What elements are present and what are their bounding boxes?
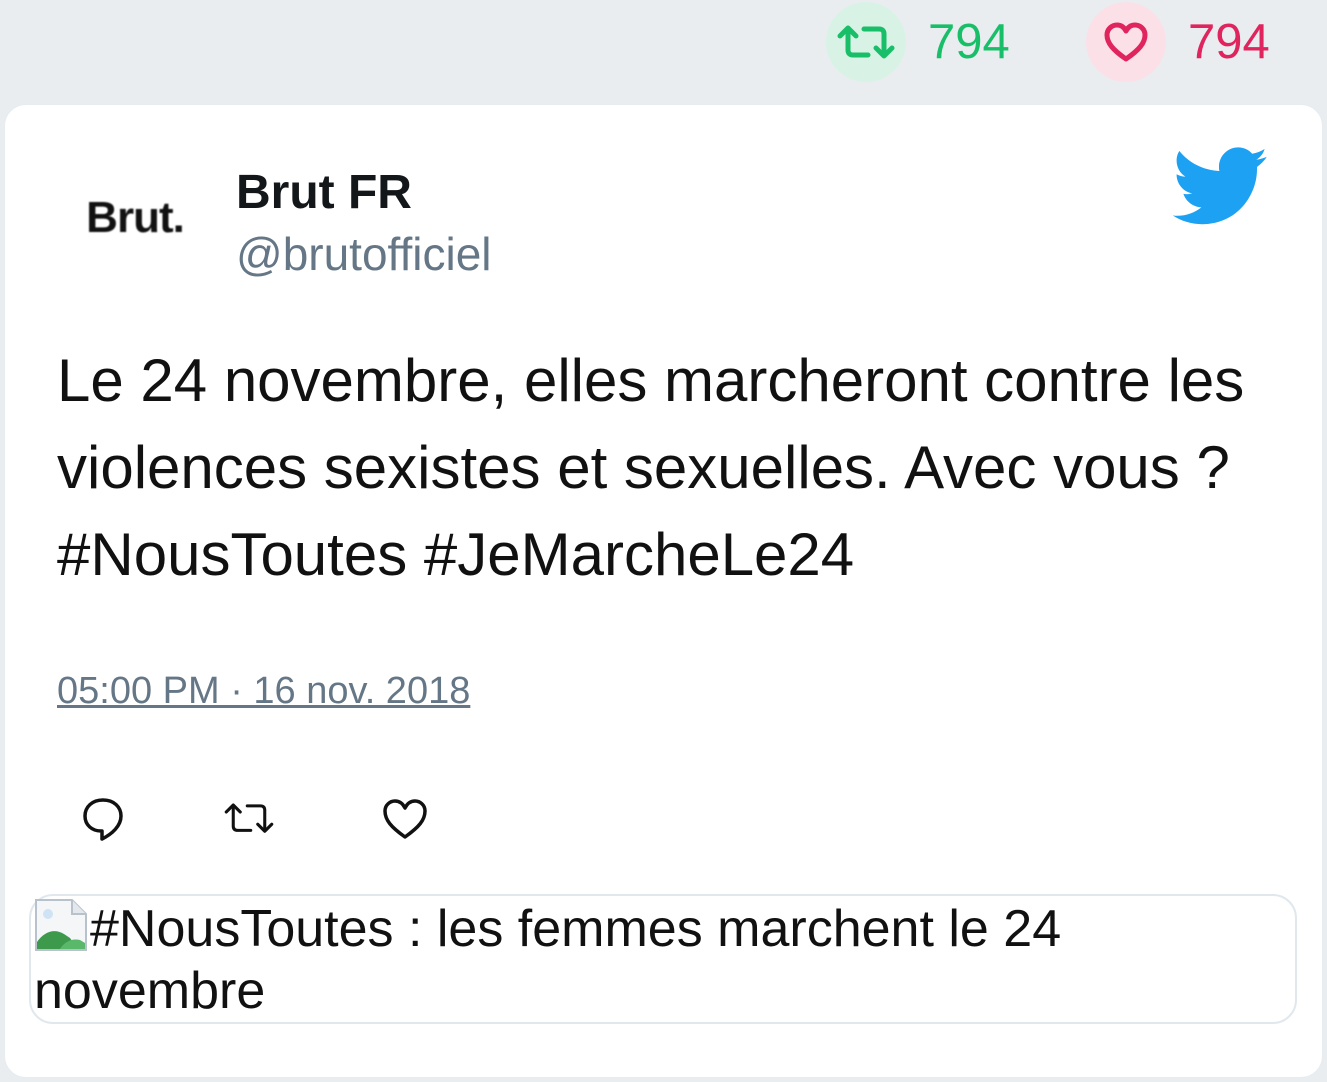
retweet-button[interactable]: [221, 791, 277, 847]
tweet-card: Brut. Brut FR @brutofficiel Le 24 novemb…: [4, 104, 1323, 1078]
retweet-stat[interactable]: 794: [826, 2, 1010, 82]
avatar-logo-text: Brut.: [86, 193, 185, 242]
retweet-stat-icon[interactable]: [826, 2, 906, 82]
tweet-timestamp-link[interactable]: 05:00 PM · 16 nov. 2018: [57, 670, 470, 713]
heart-stat-icon[interactable]: [1086, 2, 1166, 82]
like-count: 794: [1188, 14, 1270, 69]
avatar[interactable]: Brut.: [73, 163, 197, 273]
media-alt-text-block: #NousToutes : les femmes marchent le 24 …: [34, 898, 1214, 1022]
media-card[interactable]: #NousToutes : les femmes marchent le 24 …: [29, 894, 1297, 1024]
tweet-actions: [75, 791, 475, 847]
retweet-icon: [224, 803, 274, 833]
heart-icon: [383, 799, 427, 839]
twitter-bird-icon[interactable]: [1172, 145, 1269, 229]
retweet-count: 794: [928, 14, 1010, 69]
like-stat[interactable]: 794: [1086, 2, 1270, 82]
reply-button[interactable]: [75, 791, 131, 847]
author-handle[interactable]: @brutofficiel: [236, 229, 492, 280]
engagement-stats-bar: 794 794: [0, 0, 1327, 90]
reply-icon: [83, 798, 123, 841]
tweet-text: Le 24 novembre, elles marcheront contre …: [57, 347, 1245, 588]
like-button[interactable]: [377, 791, 433, 847]
media-alt-text: #NousToutes : les femmes marchent le 24 …: [34, 900, 1062, 1020]
author-name[interactable]: Brut FR: [236, 166, 412, 220]
broken-image-icon: [34, 898, 88, 952]
